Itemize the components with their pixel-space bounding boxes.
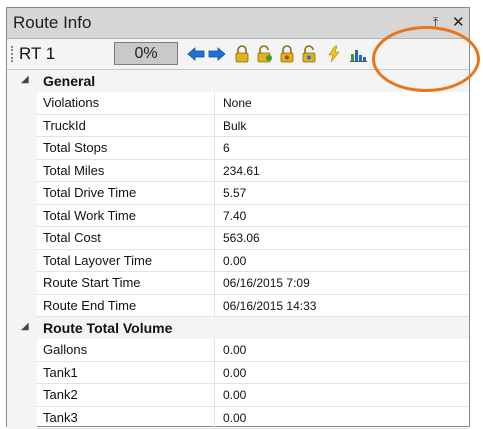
- collapse-arrow-icon[interactable]: ◢: [21, 74, 29, 85]
- property-name: Tank1: [37, 362, 215, 385]
- row-gutter: [7, 407, 37, 429]
- row-gutter: [7, 160, 37, 183]
- property-value[interactable]: 0.00: [215, 384, 469, 407]
- row-gutter: [7, 250, 37, 273]
- property-row[interactable]: Total Cost563.06: [7, 227, 469, 250]
- property-value[interactable]: 06/16/2015 7:09: [215, 272, 469, 295]
- arrow-right-icon[interactable]: [208, 45, 226, 63]
- route-info-panel: Route Info ⤒ ✕ RT 1 0%: [6, 7, 470, 427]
- property-value[interactable]: 234.61: [215, 160, 469, 183]
- property-name: Total Cost: [37, 227, 215, 250]
- property-name: Tank3: [37, 407, 215, 429]
- property-row[interactable]: Total Layover Time0.00: [7, 250, 469, 273]
- property-name: Total Stops: [37, 137, 215, 160]
- row-gutter: [7, 339, 37, 362]
- property-name: Total Drive Time: [37, 182, 215, 205]
- property-name: Total Work Time: [37, 205, 215, 228]
- property-value[interactable]: 6: [215, 137, 469, 160]
- property-name: Route End Time: [37, 295, 215, 318]
- row-gutter: [7, 92, 37, 115]
- property-value[interactable]: 0.00: [215, 250, 469, 273]
- property-value[interactable]: None: [215, 92, 469, 115]
- panel-titlebar: Route Info ⤒ ✕: [7, 8, 469, 39]
- row-gutter: [7, 137, 37, 160]
- property-name: Route Start Time: [37, 272, 215, 295]
- arrow-left-icon[interactable]: [187, 45, 205, 63]
- unlock-icon[interactable]: [255, 45, 273, 63]
- category-header[interactable]: ◢ General: [7, 70, 469, 92]
- property-row[interactable]: Total Stops6: [7, 137, 469, 160]
- property-row[interactable]: Total Work Time7.40: [7, 205, 469, 228]
- property-row[interactable]: Tank30.00: [7, 407, 469, 429]
- property-name: Total Layover Time: [37, 250, 215, 273]
- property-row[interactable]: Total Miles234.61: [7, 160, 469, 183]
- collapse-arrow-icon[interactable]: ◢: [21, 321, 29, 332]
- close-icon[interactable]: ✕: [452, 13, 465, 31]
- row-gutter: [7, 205, 37, 228]
- category-label: Route Total Volume: [43, 320, 172, 336]
- lightning-icon[interactable]: [325, 45, 343, 63]
- property-grid: ◢ General ViolationsNoneTruckIdBulkTotal S…: [7, 70, 469, 429]
- pin-icon[interactable]: ⤒: [433, 15, 447, 31]
- row-gutter: [7, 295, 37, 318]
- property-value[interactable]: 0.00: [215, 407, 469, 429]
- property-value[interactable]: 5.57: [215, 182, 469, 205]
- row-gutter: [7, 115, 37, 138]
- row-gutter: [7, 272, 37, 295]
- category-label: General: [43, 73, 95, 89]
- unlock-refresh-icon[interactable]: [300, 45, 318, 63]
- property-value[interactable]: 0.00: [215, 339, 469, 362]
- lock-refresh-icon[interactable]: [278, 45, 296, 63]
- property-value[interactable]: 563.06: [215, 227, 469, 250]
- property-name: Tank2: [37, 384, 215, 407]
- property-row[interactable]: Route Start Time06/16/2015 7:09: [7, 272, 469, 295]
- property-row[interactable]: Total Drive Time5.57: [7, 182, 469, 205]
- property-row[interactable]: Tank10.00: [7, 362, 469, 385]
- row-gutter: [7, 182, 37, 205]
- property-row[interactable]: Route End Time06/16/2015 14:33: [7, 295, 469, 318]
- toolbar-grip[interactable]: [11, 46, 16, 62]
- category-header[interactable]: ◢ Route Total Volume: [7, 317, 469, 339]
- property-row[interactable]: TruckIdBulk: [7, 115, 469, 138]
- panel-title: Route Info: [13, 13, 91, 33]
- row-gutter: [7, 227, 37, 250]
- property-name: TruckId: [37, 115, 215, 138]
- progress-indicator: 0%: [114, 42, 178, 65]
- property-value[interactable]: 06/16/2015 14:33: [215, 295, 469, 318]
- property-row[interactable]: Gallons0.00: [7, 339, 469, 362]
- bar-chart-icon[interactable]: [349, 45, 367, 63]
- property-value[interactable]: Bulk: [215, 115, 469, 138]
- property-row[interactable]: Tank20.00: [7, 384, 469, 407]
- toolbar: RT 1 0%: [7, 39, 469, 70]
- row-gutter: [7, 362, 37, 385]
- route-label: RT 1: [19, 44, 55, 64]
- property-name: Violations: [37, 92, 215, 115]
- property-row[interactable]: ViolationsNone: [7, 92, 469, 115]
- property-value[interactable]: 0.00: [215, 362, 469, 385]
- row-gutter: [7, 384, 37, 407]
- property-value[interactable]: 7.40: [215, 205, 469, 228]
- property-name: Gallons: [37, 339, 215, 362]
- property-name: Total Miles: [37, 160, 215, 183]
- lock-icon[interactable]: [233, 45, 251, 63]
